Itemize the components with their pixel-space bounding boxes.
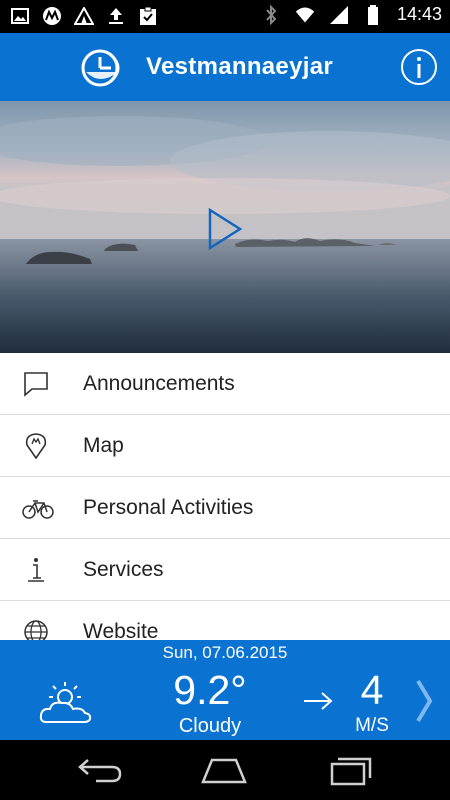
status-bar-notifications — [10, 6, 158, 26]
recent-apps-icon[interactable] — [328, 754, 376, 786]
system-nav-bar — [0, 740, 450, 800]
bluetooth-icon — [261, 4, 281, 25]
menu-item-personal-activities[interactable]: Personal Activities — [0, 477, 450, 539]
menu-item-website[interactable]: Website — [0, 601, 450, 640]
app-bar: Vestmannaeyjar — [0, 33, 450, 101]
back-icon[interactable] — [76, 754, 124, 786]
weather-temperature: 9.2° — [173, 667, 247, 713]
gallery-icon — [10, 6, 30, 26]
upload-icon — [106, 6, 126, 26]
globe-icon — [22, 619, 50, 640]
speech-bubble-icon — [22, 371, 50, 397]
weather-date: Sun, 07.06.2015 — [162, 643, 288, 662]
hero-video[interactable] — [0, 101, 450, 353]
clock-logo-icon — [80, 48, 126, 88]
play-icon[interactable] — [207, 207, 243, 251]
weather-wind-unit: M/S — [355, 715, 389, 736]
bicycle-icon — [22, 495, 54, 521]
weather-condition: Cloudy — [178, 715, 242, 737]
app-title: Vestmannaeyjar — [146, 53, 333, 80]
home-icon[interactable] — [200, 754, 248, 786]
menu-item-announcements[interactable]: Announcements — [0, 353, 450, 415]
motorola-icon — [42, 6, 62, 26]
info-icon[interactable] — [400, 48, 438, 86]
tent-icon — [74, 6, 94, 26]
menu-item-label: Announcements — [83, 372, 235, 395]
chevron-right-icon[interactable] — [412, 678, 436, 724]
weather-panel[interactable]: Sun, 07.06.2015 9.2° Cloudy 4 M/S — [0, 640, 450, 740]
menu-item-label: Map — [83, 434, 124, 457]
weather-wind-speed: 4 — [360, 667, 384, 713]
status-bar-time: 14:43 — [396, 4, 442, 24]
wifi-icon — [295, 5, 315, 25]
clipboard-check-icon — [138, 6, 158, 26]
menu-item-label: Website — [83, 620, 159, 640]
arrow-right-icon — [302, 689, 334, 713]
map-pin-icon — [22, 433, 50, 460]
menu-list: Announcements Map Personal Activities Se… — [0, 353, 450, 640]
menu-item-map[interactable]: Map — [0, 415, 450, 477]
menu-item-label: Personal Activities — [83, 496, 254, 519]
status-bar: 14:43 — [0, 0, 450, 33]
status-bar-system: 14:43 — [261, 4, 442, 25]
menu-item-label: Services — [83, 558, 164, 581]
menu-item-services[interactable]: Services — [0, 539, 450, 601]
partly-cloudy-icon — [38, 680, 94, 726]
battery-icon — [363, 4, 383, 25]
signal-icon — [329, 5, 349, 25]
info-stand-icon — [22, 557, 50, 583]
